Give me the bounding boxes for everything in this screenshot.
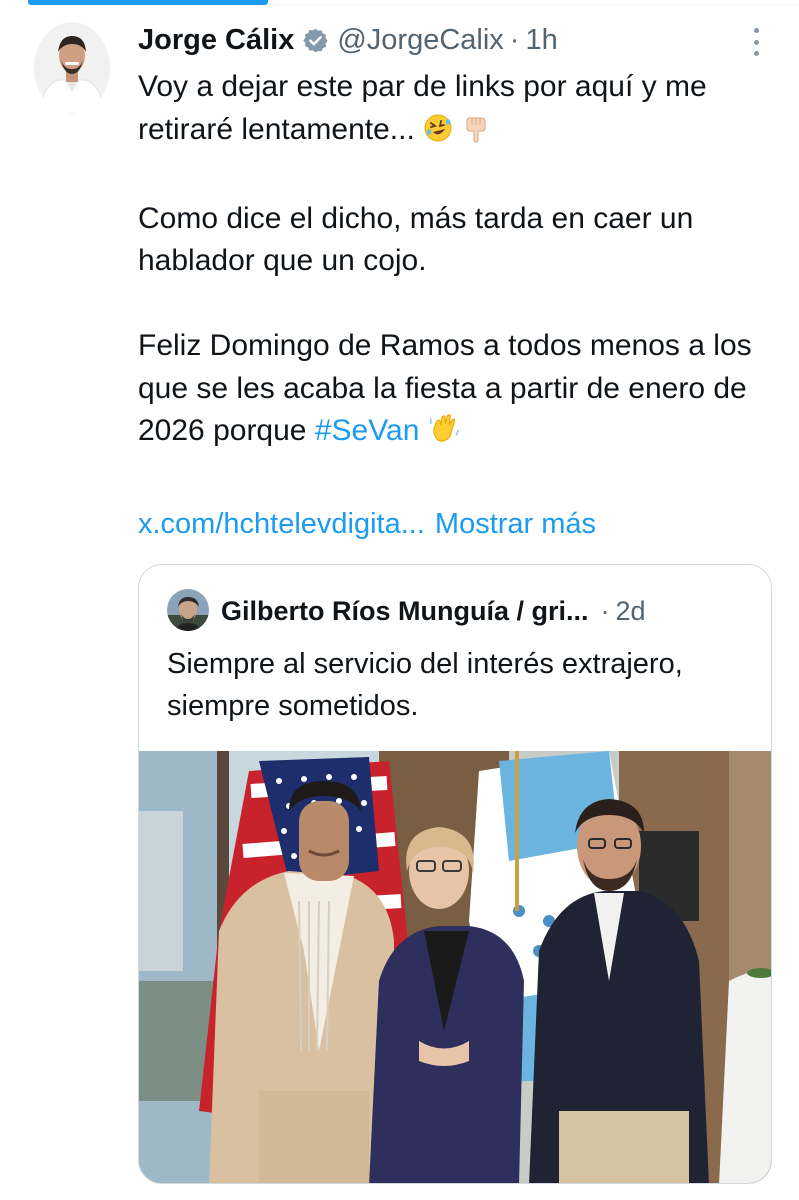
quoted-tweet-header: Gilberto Ríos Munguía / gri... · 2d (221, 591, 646, 631)
separator-dot: · (600, 595, 610, 626)
quoted-tweet-card[interactable]: Gilberto Ríos Munguía / gri... · 2d Siem… (138, 564, 772, 1184)
tweet-link-row: x.com/hchtelevdigita... Mostrar más (138, 508, 596, 541)
author-avatar[interactable] (34, 22, 110, 114)
hashtag-link[interactable]: #SeVan (315, 414, 420, 447)
external-link[interactable]: x.com/hchtelevdigita... (138, 508, 425, 540)
verified-badge-icon (302, 27, 329, 54)
rolling-on-floor-laughing-emoji-icon (423, 113, 453, 156)
quoted-tweet-timestamp[interactable]: 2d (616, 596, 646, 627)
tweet-timestamp[interactable]: 1h (525, 24, 557, 57)
author-handle[interactable]: @JorgeCalix (337, 24, 503, 57)
tweet-text: Voy a dejar este par de links por aquí y… (138, 66, 788, 457)
tweet-paragraph: Voy a dejar este par de links por aquí y… (138, 66, 788, 155)
show-more-link[interactable]: Mostrar más (435, 508, 596, 540)
tweet-header: Jorge Cálix @JorgeCalix · 1h (138, 20, 558, 60)
tweet-paragraph: Como dice el dicho, más tarda en caer un… (138, 201, 694, 278)
more-options-icon[interactable] (744, 24, 768, 60)
tweet-paragraph: Feliz Domingo de Ramos a todos menos a l… (138, 325, 788, 457)
quoted-tweet-text: Siempre al servicio del interés extrajer… (167, 648, 683, 722)
quoted-author-avatar[interactable] (167, 589, 209, 631)
top-tab-indicator (0, 0, 799, 6)
backhand-index-pointing-down-emoji-icon (461, 113, 491, 156)
waving-hand-emoji-icon (428, 412, 460, 457)
quoted-author-name[interactable]: Gilberto Ríos Munguía / gri... (221, 596, 589, 627)
separator-dot: · (509, 23, 520, 56)
active-tab-underline (28, 0, 268, 5)
divider (268, 4, 799, 5)
quoted-tweet-photo[interactable] (139, 751, 771, 1183)
author-name[interactable]: Jorge Cálix (138, 24, 294, 57)
